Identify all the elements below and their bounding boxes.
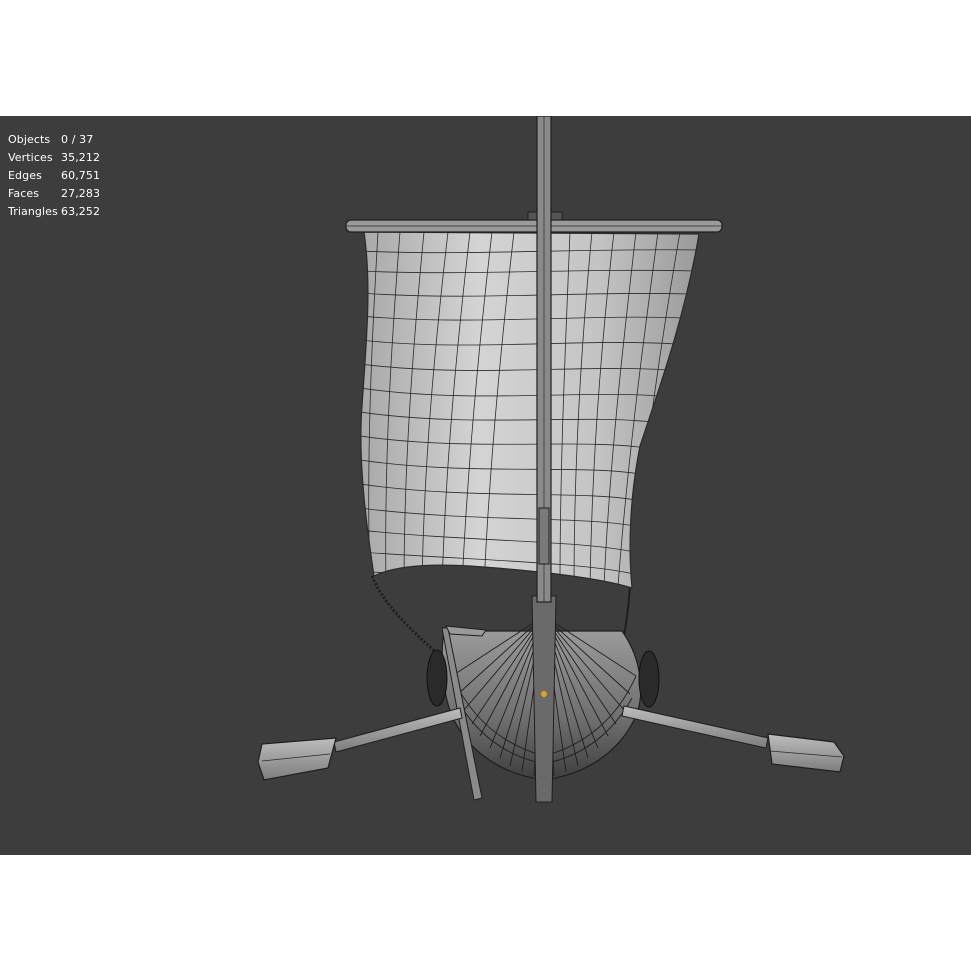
- stat-value: 35,212: [61, 151, 101, 164]
- left-oar[interactable]: [257, 707, 463, 781]
- stat-value: 60,751: [61, 169, 101, 182]
- stat-triangles: Triangles 63,252: [8, 203, 100, 221]
- stat-label: Triangles: [8, 205, 58, 218]
- stat-value: 0 / 37: [61, 133, 94, 146]
- mast[interactable]: [536, 116, 552, 603]
- stat-edges: Edges 60,751: [8, 167, 100, 185]
- stat-faces: Faces 27,283: [8, 185, 100, 203]
- screenshot-frame: Objects 0 / 37 Vertices 35,212 Edges 60,…: [0, 0, 971, 971]
- stat-label: Edges: [8, 169, 42, 182]
- 3d-viewport[interactable]: Objects 0 / 37 Vertices 35,212 Edges 60,…: [0, 116, 971, 855]
- stat-objects: Objects 0 / 37: [8, 131, 100, 149]
- object-origin-dot: [541, 691, 547, 697]
- sail[interactable]: [360, 231, 700, 589]
- stat-label: Faces: [8, 187, 40, 200]
- scene-statistics: Objects 0 / 37 Vertices 35,212 Edges 60,…: [8, 131, 100, 221]
- stat-value: 27,283: [61, 187, 101, 200]
- stat-vertices: Vertices 35,212: [8, 149, 100, 167]
- viking-ship-wireframe[interactable]: [0, 116, 971, 855]
- yard-spar[interactable]: [345, 211, 723, 233]
- stat-value: 63,252: [61, 205, 101, 218]
- right-oar[interactable]: [621, 705, 845, 773]
- stat-label: Objects: [8, 133, 51, 146]
- stat-label: Vertices: [8, 151, 53, 164]
